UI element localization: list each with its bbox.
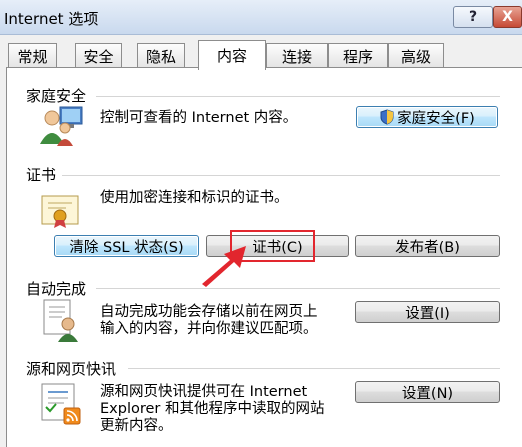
feeds-icon bbox=[41, 383, 81, 425]
autocomplete-description-line2: 输入的内容，并向你建议匹配项。 bbox=[100, 321, 318, 337]
publishers-button-label: 发布者(B) bbox=[395, 239, 460, 256]
autocomplete-settings-label: 设置(I) bbox=[405, 305, 450, 322]
tab-connections[interactable]: 连接 bbox=[266, 43, 328, 68]
certificates-title: 证书 bbox=[26, 164, 63, 185]
tab-privacy[interactable]: 隐私 bbox=[137, 43, 185, 68]
tab-content[interactable]: 内容 bbox=[198, 40, 266, 70]
section-divider bbox=[62, 175, 500, 176]
family-safety-description: 控制可查看的 Internet 内容。 bbox=[100, 110, 298, 126]
family-safety-icon bbox=[40, 106, 83, 146]
feeds-description-line2: Explorer 和其他程序中读取的网站 bbox=[100, 401, 325, 417]
section-divider bbox=[128, 368, 500, 369]
family-safety-button[interactable]: 家庭安全(F) bbox=[356, 106, 498, 128]
tab-label: 常规 bbox=[17, 47, 48, 66]
certificates-description: 使用加密连接和标识的证书。 bbox=[100, 190, 289, 206]
autocomplete-icon bbox=[43, 299, 78, 342]
help-icon: ? bbox=[468, 9, 478, 25]
clear-ssl-state-button[interactable]: 清除 SSL 状态(S) bbox=[54, 235, 199, 257]
publishers-button[interactable]: 发布者(B) bbox=[355, 235, 500, 257]
tab-label: 高级 bbox=[400, 47, 431, 66]
tab-label: 程序 bbox=[342, 47, 373, 66]
section-divider bbox=[96, 288, 500, 289]
feeds-title: 源和网页快讯 bbox=[26, 358, 123, 379]
feeds-description-line3: 更新内容。 bbox=[100, 418, 173, 434]
autocomplete-settings-button[interactable]: 设置(I) bbox=[355, 301, 500, 323]
tab-label: 连接 bbox=[281, 47, 312, 66]
window-title: Internet 选项 bbox=[4, 10, 99, 28]
family-safety-button-label: 家庭安全(F) bbox=[397, 110, 475, 127]
close-button[interactable]: X bbox=[493, 6, 522, 28]
section-divider bbox=[96, 96, 500, 97]
title-bar: Internet 选项 ? X bbox=[0, 0, 522, 35]
help-button[interactable]: ? bbox=[453, 6, 493, 28]
tab-strip: 常规 安全 隐私 内容 连接 程序 高级 bbox=[6, 40, 522, 70]
clear-ssl-state-label: 清除 SSL 状态(S) bbox=[69, 239, 184, 256]
feeds-settings-label: 设置(N) bbox=[401, 385, 454, 402]
certificate-icon bbox=[41, 195, 79, 228]
tab-general[interactable]: 常规 bbox=[8, 43, 57, 68]
tab-advanced[interactable]: 高级 bbox=[388, 43, 444, 68]
tab-security[interactable]: 安全 bbox=[75, 43, 122, 68]
tab-programs[interactable]: 程序 bbox=[328, 43, 388, 68]
feeds-settings-button[interactable]: 设置(N) bbox=[355, 381, 500, 403]
autocomplete-description-line1: 自动完成功能会存储以前在网页上 bbox=[100, 304, 318, 320]
uac-shield-icon bbox=[380, 109, 394, 125]
family-safety-title: 家庭安全 bbox=[26, 85, 93, 106]
tab-label: 安全 bbox=[83, 47, 114, 66]
tab-label: 隐私 bbox=[145, 47, 176, 66]
arrow-icon bbox=[202, 246, 246, 287]
feeds-description-line1: 源和网页快讯提供可在 Internet bbox=[100, 384, 308, 400]
tab-label: 内容 bbox=[216, 47, 247, 65]
close-icon: X bbox=[502, 9, 513, 25]
